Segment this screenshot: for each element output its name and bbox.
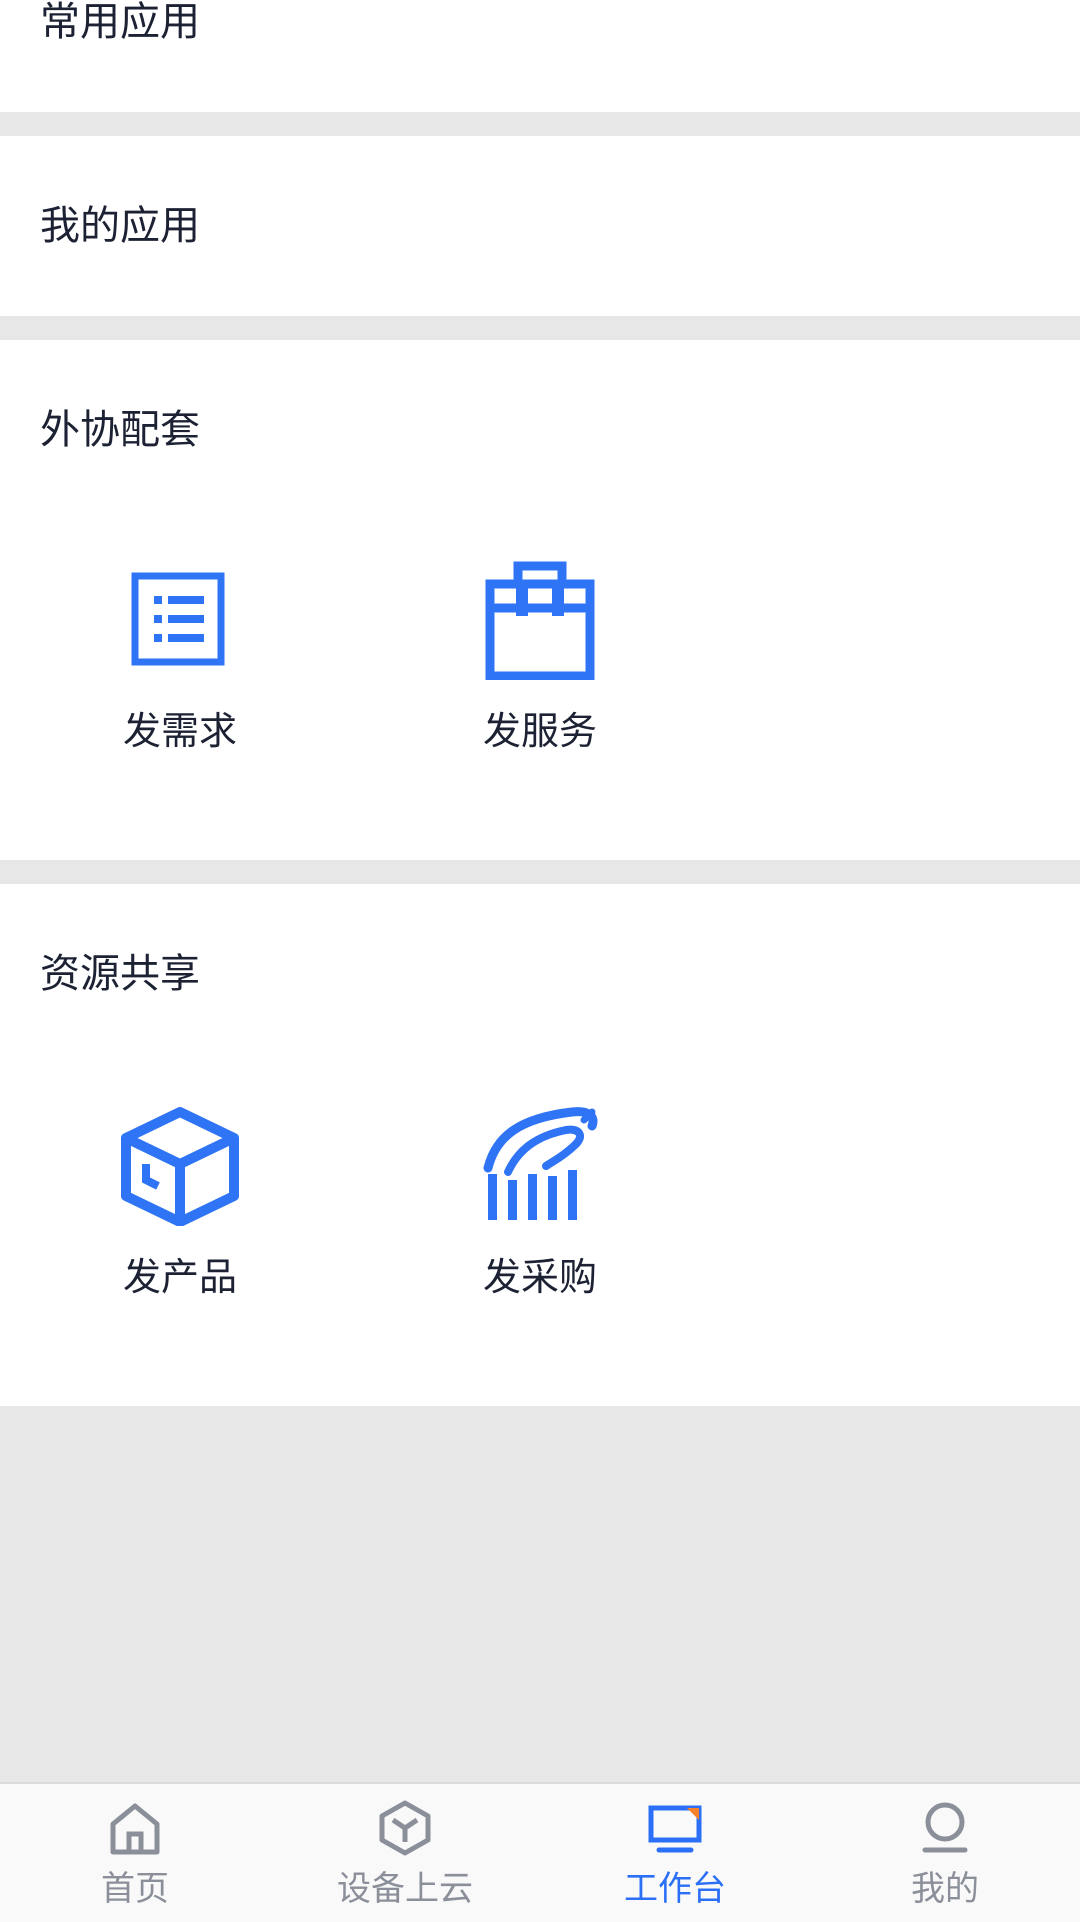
list-document-icon [120,560,240,680]
section-my-apps: 我的应用 [0,136,1080,316]
tab-label-device-cloud: 设备上云 [337,1869,473,1909]
user-icon [915,1798,975,1858]
section-resource-sharing: 资源共享 发产品 发采购 [0,884,1080,1406]
bottom-tab-bar: 首页 设备上云 工作台 我的 [0,1782,1080,1922]
toolbox-icon [480,560,600,680]
app-item-post-demand[interactable]: 发需求 [80,560,280,760]
section-title-outsourcing: 外协配套 [40,407,200,453]
section-outsourcing: 外协配套 发需求 发服务 [0,340,1080,860]
tab-workbench[interactable]: 工作台 [540,1784,810,1922]
cloud-cube-icon [375,1798,435,1858]
section-title-resource-sharing: 资源共享 [40,951,200,997]
section-title-common-apps: 常用应用 [40,0,200,45]
app-item-post-service[interactable]: 发服务 [440,560,640,760]
tab-label-workbench: 工作台 [624,1869,726,1909]
hand-purchase-icon [480,1106,600,1226]
app-label-post-purchase: 发采购 [482,1255,597,1299]
section-title-my-apps: 我的应用 [40,203,200,249]
tab-label-mine: 我的 [911,1869,979,1909]
app-label-post-product: 发产品 [122,1255,237,1299]
workbench-monitor-icon [645,1798,705,1858]
section-common-apps: 常用应用 [0,0,1080,112]
tab-home[interactable]: 首页 [0,1784,270,1922]
app-item-post-product[interactable]: 发产品 [80,1106,280,1306]
home-icon [105,1798,165,1858]
tab-device-cloud[interactable]: 设备上云 [270,1784,540,1922]
tab-label-home: 首页 [101,1869,169,1909]
app-item-post-purchase[interactable]: 发采购 [440,1106,640,1306]
cube-box-icon [120,1106,240,1226]
tab-mine[interactable]: 我的 [810,1784,1080,1922]
app-label-post-service: 发服务 [482,709,597,753]
app-label-post-demand: 发需求 [122,709,237,753]
